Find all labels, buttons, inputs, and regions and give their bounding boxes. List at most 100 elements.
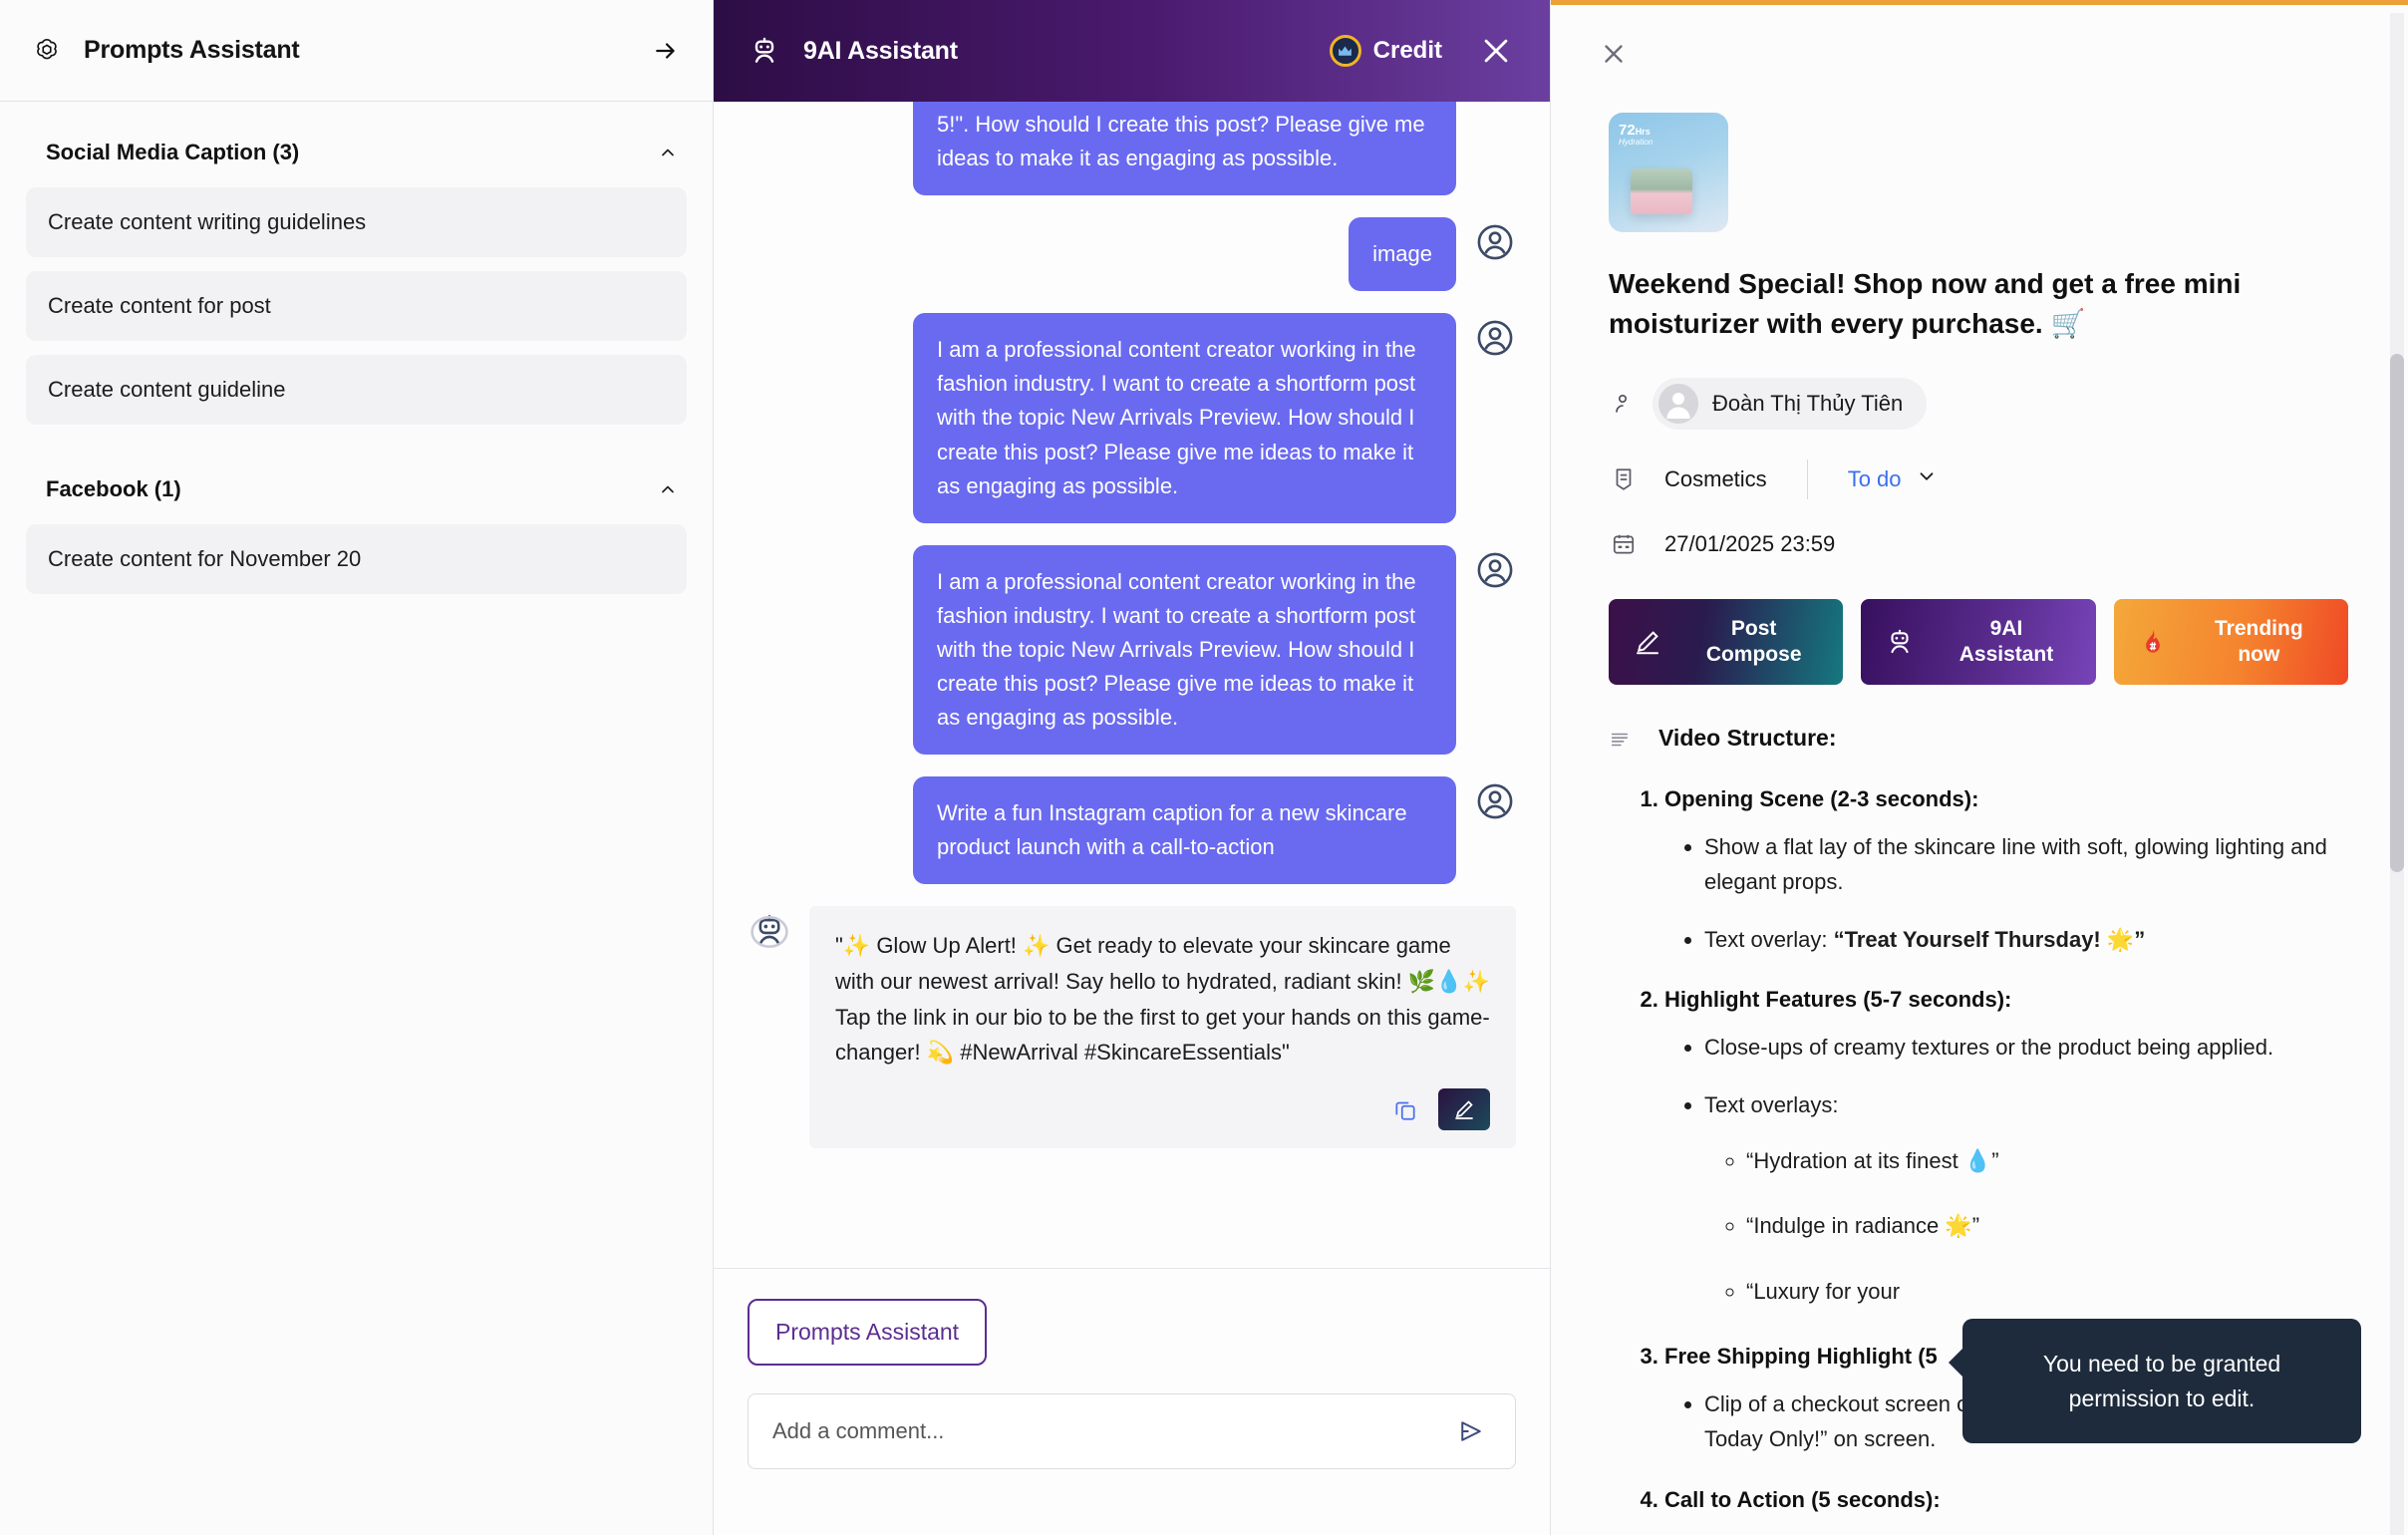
list-item[interactable]: Create content writing guidelines (26, 187, 687, 257)
ai-assistant-chat-panel: 9AI Assistant Credit 5!". How should I c… (714, 0, 1551, 1535)
status-badge: To do (1847, 465, 1902, 491)
message-bubble-assistant: "✨ Glow Up Alert! ✨ Get ready to elevate… (809, 906, 1516, 1148)
step-title: Highlight Features (5-7 seconds): (1664, 987, 2012, 1013)
page-title: Prompts Assistant (84, 36, 300, 64)
chat-title: 9AI Assistant (803, 36, 958, 65)
message-bubble: image (1349, 217, 1456, 292)
robot-icon (748, 910, 791, 954)
content-heading: Video Structure: (1658, 724, 1837, 751)
bullet: Show a flat lay of the skincare line wit… (1704, 829, 2348, 900)
message-bubble: 5!". How should I create this post? Plea… (913, 102, 1456, 196)
scrollbar-thumb[interactable] (2390, 354, 2404, 872)
list-item[interactable]: Create content guideline (26, 355, 687, 425)
prompts-list: Social Media Caption (3) Create content … (0, 102, 713, 1535)
avatar (1474, 317, 1516, 359)
chevron-up-icon[interactable] (657, 478, 679, 500)
chevron-down-icon[interactable] (1916, 465, 1938, 492)
person-icon (1609, 390, 1637, 418)
author-pill[interactable]: Đoàn Thị Thủy Tiên (1653, 377, 1928, 430)
robot-icon (748, 34, 781, 68)
product-jar-image (1631, 168, 1692, 214)
openai-flower-icon (30, 34, 64, 68)
group-title: Facebook (1) (46, 476, 181, 501)
prompts-assistant-panel: Prompts Assistant Social Media Caption (… (0, 0, 714, 1535)
calendar-icon (1609, 529, 1639, 559)
bullet-text: Text overlays: (1704, 1092, 1839, 1117)
label-line-1: 9AI (1989, 616, 2023, 640)
list-item[interactable]: Create content for post (26, 271, 687, 341)
permission-tooltip: You need to be granted permission to edi… (1949, 1319, 2361, 1443)
send-icon[interactable] (1451, 1411, 1491, 1451)
date-row: 27/01/2025 23:59 (1609, 529, 2348, 559)
message-bubble: I am a professional content creator work… (913, 313, 1456, 523)
group-header-social-media-caption[interactable]: Social Media Caption (3) (0, 102, 713, 187)
post-detail-header (1551, 5, 2408, 103)
avatar-icon (1658, 383, 1698, 424)
pencil-icon[interactable] (1438, 1087, 1490, 1130)
sub-bullet: “Indulge in radiance 🌟” (1746, 1208, 2348, 1244)
avatar (1474, 780, 1516, 822)
prompts-assistant-button[interactable]: Prompts Assistant (748, 1299, 988, 1366)
date-value: 27/01/2025 23:59 (1664, 530, 1836, 556)
app-root: Prompts Assistant Social Media Caption (… (0, 0, 2408, 1535)
list-lines-icon (1609, 729, 1635, 755)
sub-bullets: “Hydration at its finest 💧” “Indulge in … (1746, 1143, 2348, 1310)
chat-header: 9AI Assistant Credit (714, 0, 1550, 102)
step-title: Opening Scene (2-3 seconds): (1664, 785, 1979, 811)
content-step: Call to Action (5 seconds): (1664, 1483, 2348, 1516)
thumbnail-badge: 72Hrs Hydration (1619, 123, 1653, 147)
step-bullets: Close-ups of creamy textures or the prod… (1704, 1030, 2348, 1309)
bullet: Close-ups of creamy textures or the prod… (1704, 1030, 2348, 1066)
close-icon[interactable] (1595, 35, 1633, 73)
robot-icon (1883, 625, 1917, 659)
ai-assistant-button[interactable]: 9AI Assistant (1861, 598, 2096, 685)
post-compose-label: Post Compose (1678, 616, 1829, 667)
label-line-2: now (2238, 642, 2280, 666)
bullet-text: Close-ups of creamy textures or the prod… (1704, 1035, 2274, 1061)
message-row-user: I am a professional content creator work… (748, 313, 1516, 523)
category-row: Cosmetics To do (1609, 459, 2348, 499)
message-bubble: I am a professional content creator work… (913, 544, 1456, 756)
step-title: Call to Action (5 seconds): (1664, 1486, 1941, 1512)
chevron-up-icon[interactable] (657, 142, 679, 163)
bullet-bold-tail: “Treat Yourself Thursday! 🌟” (1833, 926, 2146, 952)
post-thumbnail[interactable]: 72Hrs Hydration (1609, 113, 1728, 232)
content-step: Highlight Features (5-7 seconds): Close-… (1664, 983, 2348, 1309)
group-header-facebook[interactable]: Facebook (1) (0, 439, 713, 524)
message-row-user: 5!". How should I create this post? Plea… (748, 102, 1516, 196)
close-icon[interactable] (1476, 31, 1516, 71)
avatar (1474, 221, 1516, 263)
crown-coin-icon (1329, 35, 1361, 67)
message-row-user: Write a fun Instagram caption for a new … (748, 776, 1516, 885)
bullet: Text overlay: “Treat Yourself Thursday! … (1704, 922, 2348, 958)
thumbnail-badge-unit: Hrs (1635, 127, 1651, 137)
comment-box[interactable] (748, 1393, 1516, 1469)
prompts-assistant-header: Prompts Assistant (0, 0, 713, 102)
label-line-1: Post (1730, 616, 1777, 640)
divider (1806, 459, 1808, 499)
content-heading-row: Video Structure: (1609, 725, 2348, 755)
chat-footer: Prompts Assistant (714, 1268, 1550, 1535)
sub-bullet: “Hydration at its finest 💧” (1746, 1143, 2348, 1179)
credit-button[interactable]: Credit (1329, 35, 1442, 67)
post-compose-button[interactable]: Post Compose (1609, 598, 1844, 685)
copy-icon[interactable] (1388, 1092, 1422, 1126)
bullet-text: Text overlay: (1704, 926, 1834, 952)
credit-label: Credit (1372, 37, 1442, 64)
label-line-1: Trending (2214, 616, 2303, 640)
thumbnail-badge-sub: Hydration (1619, 137, 1654, 147)
step-title: Free Shipping Highlight (5 (1664, 1343, 1938, 1369)
arrow-right-icon[interactable] (649, 34, 683, 68)
comment-input[interactable] (772, 1418, 1451, 1444)
avatar (1474, 549, 1516, 591)
author-row: Đoàn Thị Thủy Tiên (1609, 377, 2348, 430)
list-item[interactable]: Create content for November 20 (26, 524, 687, 594)
step-bullets: Show a flat lay of the skincare line wit… (1704, 829, 2348, 958)
fire-hash-icon (2136, 625, 2170, 659)
trending-now-label: Trending now (2184, 616, 2334, 667)
pencil-icon (1631, 625, 1664, 659)
status-dropdown[interactable]: To do (1848, 465, 1938, 492)
trending-now-button[interactable]: Trending now (2113, 598, 2348, 685)
thumbnail-badge-number: 72 (1619, 122, 1636, 139)
action-buttons: Post Compose 9AI Assistant Trending now (1609, 598, 2348, 685)
